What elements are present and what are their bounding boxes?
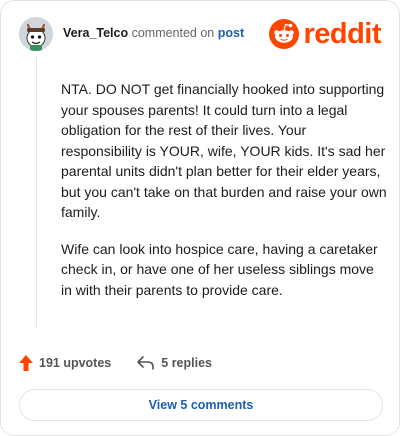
upvote-count: 191 upvotes bbox=[39, 356, 112, 370]
replies-button[interactable]: 5 replies bbox=[137, 356, 212, 370]
replies-count: 5 replies bbox=[161, 356, 212, 370]
comment-body: NTA. DO NOT get financially hooked into … bbox=[61, 79, 387, 316]
comment-paragraph-1: NTA. DO NOT get financially hooked into … bbox=[61, 81, 387, 220]
reddit-logo: reddit bbox=[269, 17, 381, 51]
comment-header: Vera_Telco commented on post reddit bbox=[19, 17, 381, 53]
username[interactable]: Vera_Telco bbox=[63, 26, 128, 40]
post-link[interactable]: post bbox=[218, 26, 244, 40]
commented-on-text: commented on bbox=[131, 26, 215, 40]
thread-line bbox=[36, 57, 37, 327]
comment-paragraph-2: Wife can look into hospice care, having … bbox=[61, 240, 378, 298]
upvote-arrow-icon bbox=[19, 355, 33, 371]
reddit-snoo-icon bbox=[269, 19, 300, 49]
reply-arrow-icon bbox=[137, 356, 155, 370]
reddit-wordmark: reddit bbox=[303, 17, 381, 50]
comment-meta: Vera_Telco commented on post bbox=[63, 26, 244, 40]
comment-actions: 191 upvotes 5 replies bbox=[19, 353, 212, 373]
view-comments-button[interactable]: View 5 comments bbox=[19, 389, 383, 421]
upvote-button[interactable]: 191 upvotes bbox=[19, 355, 111, 371]
user-avatar[interactable] bbox=[19, 17, 53, 51]
comment-card: Vera_Telco commented on post reddit NTA.… bbox=[0, 0, 400, 436]
